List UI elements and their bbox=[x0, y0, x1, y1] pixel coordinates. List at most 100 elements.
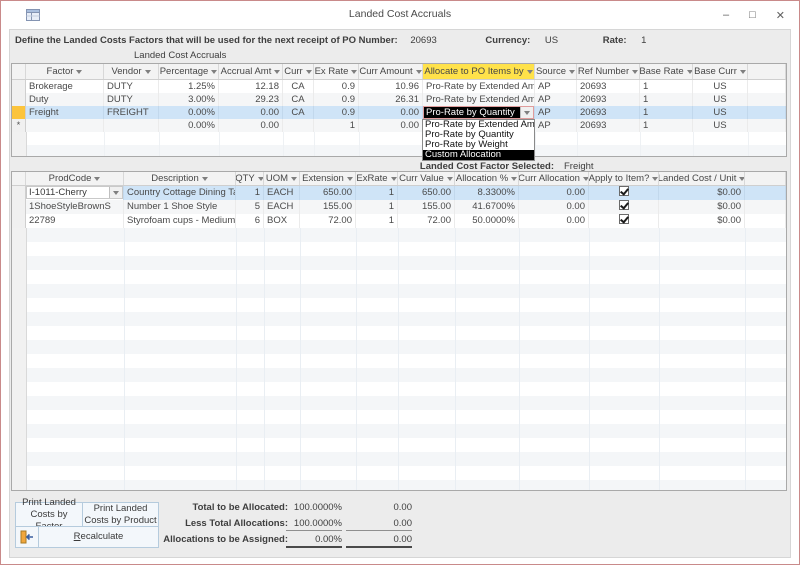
new-record-selector[interactable]: * bbox=[12, 119, 26, 132]
extension-cell[interactable]: 650.00 bbox=[300, 186, 356, 200]
prodcode-cell[interactable]: 1ShoeStyleBrownS bbox=[26, 200, 124, 214]
landed-cost-unit-cell[interactable]: $0.00 bbox=[659, 200, 745, 214]
rate-value[interactable]: 1 bbox=[641, 35, 646, 46]
vendor-cell[interactable] bbox=[104, 119, 159, 132]
base-rate-cell[interactable]: 1 bbox=[640, 119, 693, 132]
col-header-vendor[interactable]: Vendor bbox=[104, 64, 159, 79]
base-curr-cell[interactable]: US bbox=[693, 106, 748, 119]
allocation-pct-cell[interactable]: 8.3300% bbox=[455, 186, 519, 200]
option-pro-rate-quantity[interactable]: Pro-Rate by Quantity bbox=[423, 130, 534, 140]
col-header-description[interactable]: Description bbox=[124, 172, 236, 185]
col-header-base-rate[interactable]: Base Rate bbox=[640, 64, 693, 79]
extension-cell[interactable]: 155.00 bbox=[300, 200, 356, 214]
factor-cell[interactable]: Duty bbox=[26, 93, 104, 106]
landed-cost-unit-cell[interactable]: $0.00 bbox=[659, 214, 745, 228]
col-header-curr-allocation[interactable]: Curr Allocation bbox=[519, 172, 589, 185]
apply-checkbox-checked[interactable] bbox=[619, 200, 629, 210]
col-header-allocation-pct[interactable]: Allocation % bbox=[455, 172, 519, 185]
chevron-down-icon[interactable] bbox=[520, 107, 533, 118]
close-button[interactable]: ✕ bbox=[776, 9, 785, 22]
curr-amount-cell[interactable]: 0.00 bbox=[359, 119, 423, 132]
apply-to-item-cell[interactable] bbox=[589, 214, 659, 228]
record-selector[interactable] bbox=[12, 93, 26, 106]
source-cell[interactable]: AP bbox=[535, 80, 577, 93]
minimize-button[interactable]: – bbox=[723, 9, 729, 21]
ex-rate-cell[interactable]: 0.9 bbox=[314, 106, 359, 119]
col-header-ex-rate[interactable]: Ex Rate bbox=[314, 64, 359, 79]
accrual-cell[interactable]: 29.23 bbox=[219, 93, 283, 106]
factor-cell[interactable] bbox=[26, 119, 104, 132]
base-curr-cell[interactable]: US bbox=[693, 80, 748, 93]
col-header-curr-amount[interactable]: Curr Amount bbox=[359, 64, 423, 79]
col-header-curr-value[interactable]: Curr Value bbox=[398, 172, 455, 185]
description-cell[interactable]: Styrofoam cups - Medium bbox=[124, 214, 236, 228]
allocate-cell[interactable]: Pro-Rate by Extended Amount bbox=[423, 93, 535, 106]
col-header-uom[interactable]: UOM bbox=[264, 172, 300, 185]
vendor-cell[interactable]: DUTY bbox=[104, 93, 159, 106]
col-header-prodcode[interactable]: ProdCode bbox=[26, 172, 124, 185]
prodcode-cell-active[interactable]: I-1011-Cherry bbox=[26, 186, 124, 200]
ref-number-cell[interactable]: 20693 bbox=[577, 80, 640, 93]
percentage-cell[interactable]: 3.00% bbox=[159, 93, 219, 106]
factor-cell[interactable]: Brokerage bbox=[26, 80, 104, 93]
allocate-cell[interactable]: Pro-Rate by Extended Amount bbox=[423, 80, 535, 93]
prodcode-cell[interactable]: 22789 bbox=[26, 214, 124, 228]
apply-to-item-cell[interactable] bbox=[589, 186, 659, 200]
curr-cell[interactable]: CA bbox=[283, 80, 314, 93]
po-number-value[interactable]: 20693 bbox=[410, 35, 436, 46]
allocate-cell-active[interactable]: Pro-Rate by Quantity bbox=[423, 106, 535, 119]
source-cell[interactable]: AP bbox=[535, 93, 577, 106]
description-cell[interactable]: Country Cottage Dining Table bbox=[124, 186, 236, 200]
curr-amount-cell[interactable]: 0.00 bbox=[359, 106, 423, 119]
chevron-down-icon[interactable] bbox=[109, 187, 122, 198]
col-header-apply-to-item[interactable]: Apply to Item? bbox=[589, 172, 659, 185]
allocate-combobox[interactable]: Pro-Rate by Quantity bbox=[423, 106, 534, 119]
apply-checkbox-checked[interactable] bbox=[619, 186, 629, 196]
qty-cell[interactable]: 1 bbox=[236, 186, 264, 200]
base-curr-cell[interactable]: US bbox=[693, 93, 748, 106]
curr-allocation-cell[interactable]: 0.00 bbox=[519, 200, 589, 214]
curr-cell[interactable]: CA bbox=[283, 106, 314, 119]
base-rate-cell[interactable]: 1 bbox=[640, 80, 693, 93]
allocation-pct-cell[interactable]: 41.6700% bbox=[455, 200, 519, 214]
col-header-base-curr[interactable]: Base Curr bbox=[693, 64, 748, 79]
uom-cell[interactable]: BOX bbox=[264, 214, 300, 228]
vendor-cell[interactable]: DUTY bbox=[104, 80, 159, 93]
record-selector-editing[interactable] bbox=[12, 106, 26, 119]
curr-cell[interactable]: CA bbox=[283, 93, 314, 106]
source-cell[interactable]: AP bbox=[535, 106, 577, 119]
record-selector[interactable] bbox=[12, 80, 26, 93]
currency-value[interactable]: US bbox=[545, 35, 558, 46]
accrual-cell[interactable]: 0.00 bbox=[219, 106, 283, 119]
percentage-cell[interactable]: 0.00% bbox=[159, 119, 219, 132]
uom-cell[interactable]: EACH bbox=[264, 200, 300, 214]
accrual-cell[interactable]: 12.18 bbox=[219, 80, 283, 93]
exrate-cell[interactable]: 1 bbox=[356, 186, 398, 200]
uom-cell[interactable]: EACH bbox=[264, 186, 300, 200]
curr-amount-cell[interactable]: 10.96 bbox=[359, 80, 423, 93]
ex-rate-cell[interactable]: 1 bbox=[314, 119, 359, 132]
col-header-ref-number[interactable]: Ref Number bbox=[577, 64, 640, 79]
curr-allocation-cell[interactable]: 0.00 bbox=[519, 186, 589, 200]
col-header-qty[interactable]: QTY bbox=[236, 172, 264, 185]
col-header-percentage[interactable]: Percentage bbox=[159, 64, 219, 79]
curr-allocation-cell[interactable]: 0.00 bbox=[519, 214, 589, 228]
record-selector[interactable] bbox=[12, 214, 26, 228]
apply-checkbox-checked[interactable] bbox=[619, 214, 629, 224]
allocation-pct-cell[interactable]: 50.0000% bbox=[455, 214, 519, 228]
col-header-exrate[interactable]: ExRate bbox=[356, 172, 398, 185]
ref-number-cell[interactable]: 20693 bbox=[577, 93, 640, 106]
curr-cell[interactable] bbox=[283, 119, 314, 132]
ref-number-cell[interactable]: 20693 bbox=[577, 106, 640, 119]
option-pro-rate-extended-amount[interactable]: Pro-Rate by Extended Amount bbox=[423, 120, 534, 130]
percentage-cell[interactable]: 1.25% bbox=[159, 80, 219, 93]
col-header-landed-cost-unit[interactable]: Landed Cost / Unit bbox=[659, 172, 745, 185]
base-curr-cell[interactable]: US bbox=[693, 119, 748, 132]
ex-rate-cell[interactable]: 0.9 bbox=[314, 93, 359, 106]
prodcode-combobox[interactable]: I-1011-Cherry bbox=[26, 186, 123, 199]
accrual-cell[interactable]: 0.00 bbox=[219, 119, 283, 132]
landed-cost-unit-cell[interactable]: $0.00 bbox=[659, 186, 745, 200]
extension-cell[interactable]: 72.00 bbox=[300, 214, 356, 228]
option-custom-allocation[interactable]: Custom Allocation bbox=[423, 150, 534, 160]
col-header-allocate-to-po-items-by[interactable]: Allocate to PO Items by bbox=[423, 64, 535, 79]
